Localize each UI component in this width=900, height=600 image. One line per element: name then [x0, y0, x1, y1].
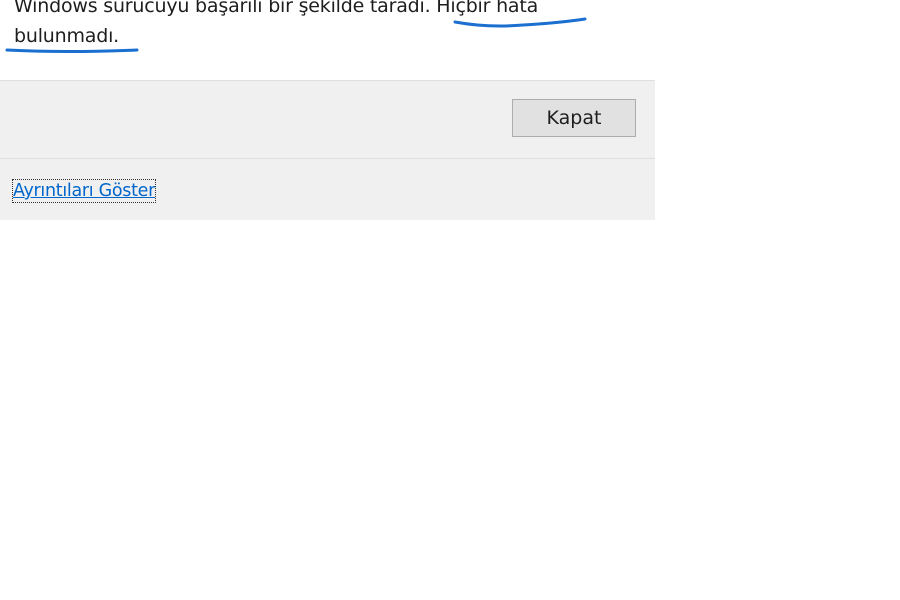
- show-details-link[interactable]: Ayrıntıları Göster: [11, 179, 157, 203]
- scan-result-dialog: Windows sürücüyü başarılı bir şekilde ta…: [0, 0, 655, 220]
- button-bar: Kapat: [0, 80, 655, 158]
- scan-result-message: Windows sürücüyü başarılı bir şekilde ta…: [14, 0, 539, 47]
- close-button[interactable]: Kapat: [512, 99, 636, 137]
- details-bar: Ayrıntıları Göster: [0, 158, 655, 220]
- message-area: Windows sürücüyü başarılı bir şekilde ta…: [0, 0, 655, 80]
